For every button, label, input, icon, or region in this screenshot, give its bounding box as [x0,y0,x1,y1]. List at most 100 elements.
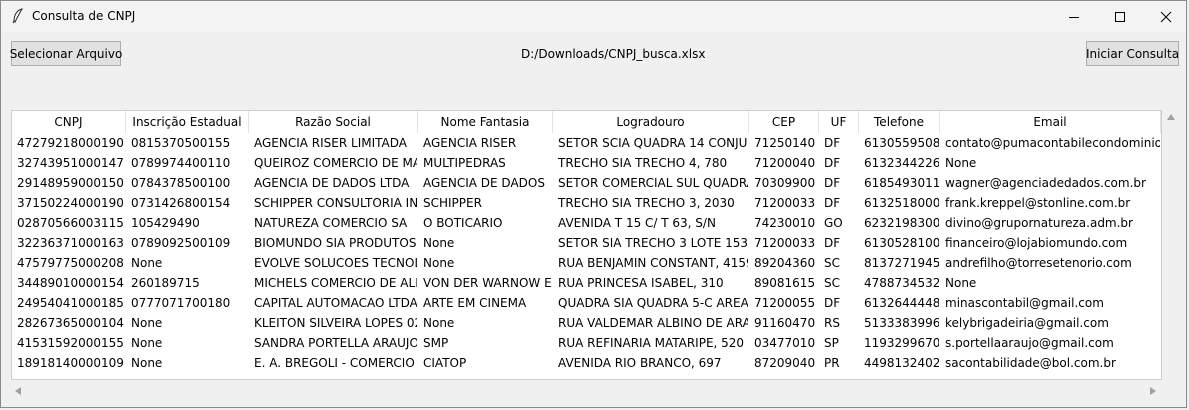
cell-cep: 71250140 [754,136,816,150]
cell-razao: E. A. BREGOLI - COMERCIO DE [254,356,417,370]
cell-email: sacontabilidade@bol.com.br [945,356,1116,370]
title-bar[interactable]: Consulta de CNPJ [1,1,1186,32]
cell-cnpj: 02870566003115 [17,216,124,230]
horizontal-scrollbar[interactable] [11,382,1162,399]
cell-cnpj: 41531592000155 [17,336,124,350]
cell-cep: 03477010 [754,336,816,350]
feather-icon [12,8,24,24]
cell-razao: EVOLVE SOLUCOES TECNOLO [254,256,417,270]
table-row[interactable]: 47279218000190 0815370500155 AGENCIA RISER… [12,133,1161,153]
table-row[interactable]: 41531592000155 None SANDRA PORTELLA ARAUJO… [12,333,1161,353]
cell-email: None [945,276,977,290]
scroll-up-icon[interactable] [1167,114,1175,120]
cell-cep: 71200040 [754,156,816,170]
cell-telefone: 6232198300 [864,216,939,230]
cell-inscricao: None [131,316,163,330]
column-header-logradouro[interactable]: Logradouro [553,111,749,133]
results-table[interactable]: CNPJ Inscrição Estadual Razão Social Nome F… [11,110,1162,380]
start-query-button[interactable]: Iniciar Consulta [1086,41,1179,66]
table-row[interactable]: 37150224000190 0731426800154 SCHIPPER CONS… [12,193,1161,213]
cell-telefone: 6130528100 [864,236,939,250]
cell-inscricao: None [131,356,163,370]
scroll-right-icon[interactable] [1150,387,1156,395]
cell-fantasia: ARTE EM CINEMA [423,296,527,310]
cell-uf: DF [824,156,841,170]
close-icon [1160,11,1172,22]
cell-cnpj: 32743951000147 [17,156,124,170]
cell-uf: DF [824,176,841,190]
column-header-cep[interactable]: CEP [749,111,819,133]
cell-razao: SCHIPPER CONSULTORIA INTE [254,196,417,210]
vertical-scrollbar[interactable] [1163,110,1179,380]
cell-telefone: 6132344226 [864,156,939,170]
table-row[interactable]: 28267365000104 None KLEITON SILVEIRA LOPES… [12,313,1161,333]
table-row[interactable]: 34489010000154 260189715 MICHELS COMERCIO … [12,273,1161,293]
cell-uf: GO [824,216,843,230]
cell-razao: AGENCIA RISER LIMITADA [254,136,407,150]
cell-uf: PR [824,356,840,370]
minimize-button[interactable] [1051,1,1097,32]
cell-cep: 89204360 [754,256,816,270]
table-row[interactable]: 29148959000150 0784378500100 AGENCIA DE DA… [12,173,1161,193]
cell-telefone: 6132644448 [864,296,939,310]
table-row[interactable]: 02870566003115 105429490 NATUREZA COMERCIO… [12,213,1161,233]
table-row[interactable]: 32236371000163 0789092500109 BIOMUNDO SIA … [12,233,1161,253]
maximize-button[interactable] [1097,1,1143,32]
column-header-uf[interactable]: UF [819,111,859,133]
close-button[interactable] [1143,1,1189,32]
table-row[interactable]: 32743951000147 0789974400110 QUEIROZ COMER… [12,153,1161,173]
cell-email: contato@pumacontabilecondominio.cc [945,136,1160,150]
cell-inscricao: 0777071700180 [131,296,231,310]
cell-telefone: 8137271945 [864,256,939,270]
table-row[interactable]: 18918140000109 None E. A. BREGOLI - COMERC… [12,353,1161,373]
cell-cnpj: 47279218000190 [17,136,124,150]
cell-uf: RS [824,316,840,330]
cell-fantasia: O BOTICARIO [423,216,503,230]
cell-logradouro: TRECHO SIA TRECHO 3, 2030 [558,196,735,210]
cell-fantasia: None [423,236,455,250]
cell-telefone: 1193299670 [864,336,939,350]
cell-razao: QUEIROZ COMERCIO DE MARI [254,156,417,170]
cell-logradouro: RUA REFINARIA MATARIPE, 520 [558,336,745,350]
cell-cep: 74230010 [754,216,816,230]
cell-email: minascontabil@gmail.com [945,296,1104,310]
column-header-fantasia[interactable]: Nome Fantasia [418,111,553,133]
cell-telefone: 5133383996 [864,316,939,330]
cell-cnpj: 47579775000208 [17,256,124,270]
cell-razao: AGENCIA DE DADOS LTDA [254,176,410,190]
minimize-icon [1069,16,1079,18]
cell-email: financeiro@lojabiomundo.com [945,236,1128,250]
cell-logradouro: SETOR SIA TRECHO 3 LOTE 1530, S/ [558,236,748,250]
cell-cep: 87209040 [754,356,816,370]
cell-email: frank.kreppel@stonline.com.br [945,196,1131,210]
cell-fantasia: AGENCIA RISER [423,136,517,150]
cell-logradouro: RUA PRINCESA ISABEL, 310 [558,276,724,290]
column-header-inscricao[interactable]: Inscrição Estadual [126,111,249,133]
cell-inscricao: 260189715 [131,276,200,290]
cell-razao: MICHELS COMERCIO DE ALIM [254,276,417,290]
cell-cnpj: 28267365000104 [17,316,124,330]
cell-inscricao: None [131,336,163,350]
table-row[interactable]: 24954041000185 0777071700180 CAPITAL AUTOM… [12,293,1161,313]
cell-fantasia: SMP [423,336,449,350]
cell-cnpj: 37150224000190 [17,196,124,210]
cell-logradouro: AVENIDA RIO BRANCO, 697 [558,356,722,370]
column-header-razao[interactable]: Razão Social [249,111,418,133]
table-row[interactable]: 47579775000208 None EVOLVE SOLUCOES TECNOL… [12,253,1161,273]
cell-cep: 89081615 [754,276,816,290]
cell-cnpj: 24954041000185 [17,296,124,310]
cell-logradouro: TRECHO SIA TRECHO 4, 780 [558,156,728,170]
cell-cep: 71200033 [754,196,816,210]
cell-cnpj: 18918140000109 [17,356,124,370]
column-header-email[interactable]: Email [940,111,1161,133]
select-file-button[interactable]: Selecionar Arquivo [10,41,122,66]
cell-logradouro: AVENIDA T 15 C/ T 63, S/N [558,216,716,230]
column-header-cnpj[interactable]: CNPJ [12,111,126,133]
column-header-telefone[interactable]: Telefone [859,111,940,133]
cell-fantasia: SCHIPPER [423,196,482,210]
cell-uf: DF [824,196,841,210]
cell-uf: DF [824,136,841,150]
cell-inscricao: 0789974400110 [131,156,231,170]
cell-inscricao: 0815370500155 [131,136,231,150]
scroll-left-icon[interactable] [15,387,21,395]
